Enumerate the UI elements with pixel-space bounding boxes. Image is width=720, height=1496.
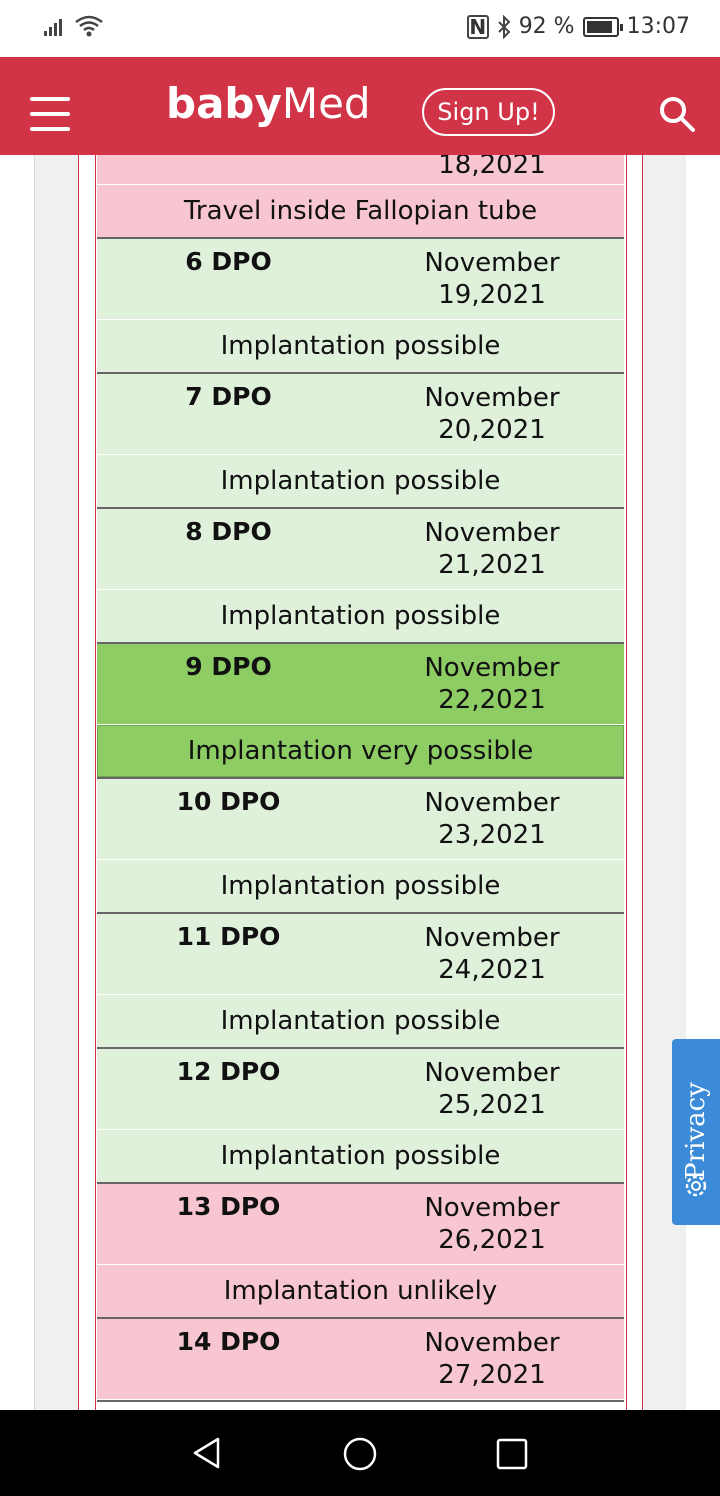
system-nav-bar	[0, 1410, 720, 1496]
logo-med: Med	[281, 79, 371, 128]
date-cell: November 25,2021	[360, 1057, 624, 1121]
date-day-year: 23,2021	[438, 820, 546, 850]
table-row-top: 6 DPO November 19,2021	[97, 239, 624, 320]
note-cell: Implantation possible	[220, 601, 501, 631]
left-gutter	[34, 155, 78, 1410]
date-month: November	[424, 788, 560, 818]
date-month: November	[424, 923, 560, 953]
date-cell: November 27,2021	[360, 1327, 624, 1391]
date-day-year: 20,2021	[438, 415, 546, 445]
date-cell: November 21,2021	[360, 517, 624, 581]
sign-up-button[interactable]: Sign Up!	[422, 88, 555, 136]
dpo-cell: 6 DPO	[185, 247, 272, 276]
privacy-tab[interactable]: Privacy	[672, 1039, 720, 1225]
battery-fill	[586, 20, 613, 33]
bluetooth-icon	[497, 14, 511, 39]
date-month: November	[424, 518, 560, 548]
status-right: N 92 % 13:07	[466, 14, 690, 39]
table-block: 13 DPO November 26,2021 Implantation unlike…	[97, 1184, 624, 1319]
recents-icon[interactable]	[496, 1438, 528, 1470]
dpo-cell: 8 DPO	[185, 517, 272, 546]
table-block: 11 DPO November 24,2021 Implantation possib…	[97, 914, 624, 1049]
note-cell: Implantation possible	[220, 1141, 501, 1171]
date-month: November	[424, 1328, 560, 1358]
battery-icon	[582, 16, 623, 37]
date-day-year: 21,2021	[438, 550, 546, 580]
status-bar: N 92 % 13:07	[0, 0, 720, 57]
date-day-year: 27,2021	[438, 1360, 546, 1390]
status-left	[42, 14, 104, 38]
date-day-year: 24,2021	[438, 955, 546, 985]
date-month: November	[424, 248, 560, 278]
date-cell: November 22,2021	[360, 652, 624, 716]
date-day-year: 19,2021	[438, 280, 546, 310]
note-cell: Implantation very possible	[97, 725, 624, 777]
page-content: 18,2021 Travel inside Fallopian tube 6 D…	[0, 155, 720, 1410]
gear-icon	[685, 1175, 707, 1197]
site-header: babyMed Sign Up!	[0, 57, 720, 155]
date-cell: November 23,2021	[360, 787, 624, 851]
note-cell: Implantation possible	[220, 466, 501, 496]
date-day-year: 22,2021	[438, 685, 546, 715]
battery-percent: 92 %	[518, 14, 575, 39]
table-block: 10 DPO November 23,2021 Implantation possib…	[97, 779, 624, 914]
nfc-icon: N	[466, 14, 489, 39]
babymed-logo[interactable]: babyMed	[166, 83, 371, 125]
table-row-top: 11 DPO November 24,2021	[97, 914, 624, 995]
table-block: 9 DPO November 22,2021 Implantation very po…	[97, 644, 624, 779]
dpo-cell: 14 DPO	[176, 1327, 281, 1356]
date-cell: November 19,2021	[360, 247, 624, 311]
logo-baby: baby	[166, 79, 282, 128]
note-cell: Implantation unlikely	[223, 1276, 498, 1306]
privacy-label: Privacy	[681, 1082, 711, 1180]
date-month: November	[424, 1058, 560, 1088]
note-cell: Implantation possible	[220, 1006, 501, 1036]
date-cell: November 26,2021	[360, 1192, 624, 1256]
table-row-top: 14 DPO November 27,2021	[97, 1319, 624, 1400]
dpo-cell: 9 DPO	[185, 652, 272, 681]
dpo-cell: 12 DPO	[176, 1057, 281, 1086]
table-row-top: 18,2021	[97, 155, 624, 185]
date-cell: November 20,2021	[360, 382, 624, 446]
signal-icon	[44, 19, 62, 36]
menu-icon[interactable]	[30, 97, 70, 131]
date-month: November	[424, 1193, 560, 1223]
dpo-cell: 7 DPO	[185, 382, 272, 411]
dpo-cell: 11 DPO	[176, 922, 281, 951]
table-block: 14 DPO November 27,2021	[97, 1319, 624, 1402]
table-block: 7 DPO November 20,2021 Implantation possibl…	[97, 374, 624, 509]
date-month: November	[424, 653, 560, 683]
table-rows: 6 DPO November 19,2021 Implantation possibl…	[97, 239, 624, 1402]
date-cell: 18,2021	[360, 155, 624, 181]
clock-time: 13:07	[626, 14, 690, 39]
back-icon[interactable]	[190, 1436, 224, 1470]
search-icon[interactable]	[658, 95, 696, 133]
table-row-top: 8 DPO November 21,2021	[97, 509, 624, 590]
table-row-top: 9 DPO November 22,2021	[97, 644, 624, 725]
table-row-top: 7 DPO November 20,2021	[97, 374, 624, 455]
table-block: 12 DPO November 25,2021 Implantation possib…	[97, 1049, 624, 1184]
date-day-year: 26,2021	[438, 1225, 546, 1255]
date-cell: November 24,2021	[360, 922, 624, 986]
wifi-icon	[75, 15, 103, 37]
table-row-top: 13 DPO November 26,2021	[97, 1184, 624, 1265]
home-icon[interactable]	[342, 1436, 378, 1472]
dpo-cell: 13 DPO	[176, 1192, 281, 1221]
table-row-top: 12 DPO November 25,2021	[97, 1049, 624, 1130]
note-cell: Implantation possible	[220, 331, 501, 361]
note-cell: Travel inside Fallopian tube	[183, 196, 538, 226]
date-day-year: 25,2021	[438, 1090, 546, 1120]
table-block: 8 DPO November 21,2021 Implantation possibl…	[97, 509, 624, 644]
dpo-table: 18,2021 Travel inside Fallopian tube 6 D…	[97, 155, 624, 1402]
table-block: 6 DPO November 19,2021 Implantation possibl…	[97, 239, 624, 374]
note-cell: Implantation possible	[220, 871, 501, 901]
table-row-top: 10 DPO November 23,2021	[97, 779, 624, 860]
date-day-year: 18,2021	[438, 155, 546, 180]
table-block-partial: 18,2021 Travel inside Fallopian tube	[97, 155, 624, 239]
date-month: November	[424, 383, 560, 413]
dpo-cell: 10 DPO	[176, 787, 281, 816]
